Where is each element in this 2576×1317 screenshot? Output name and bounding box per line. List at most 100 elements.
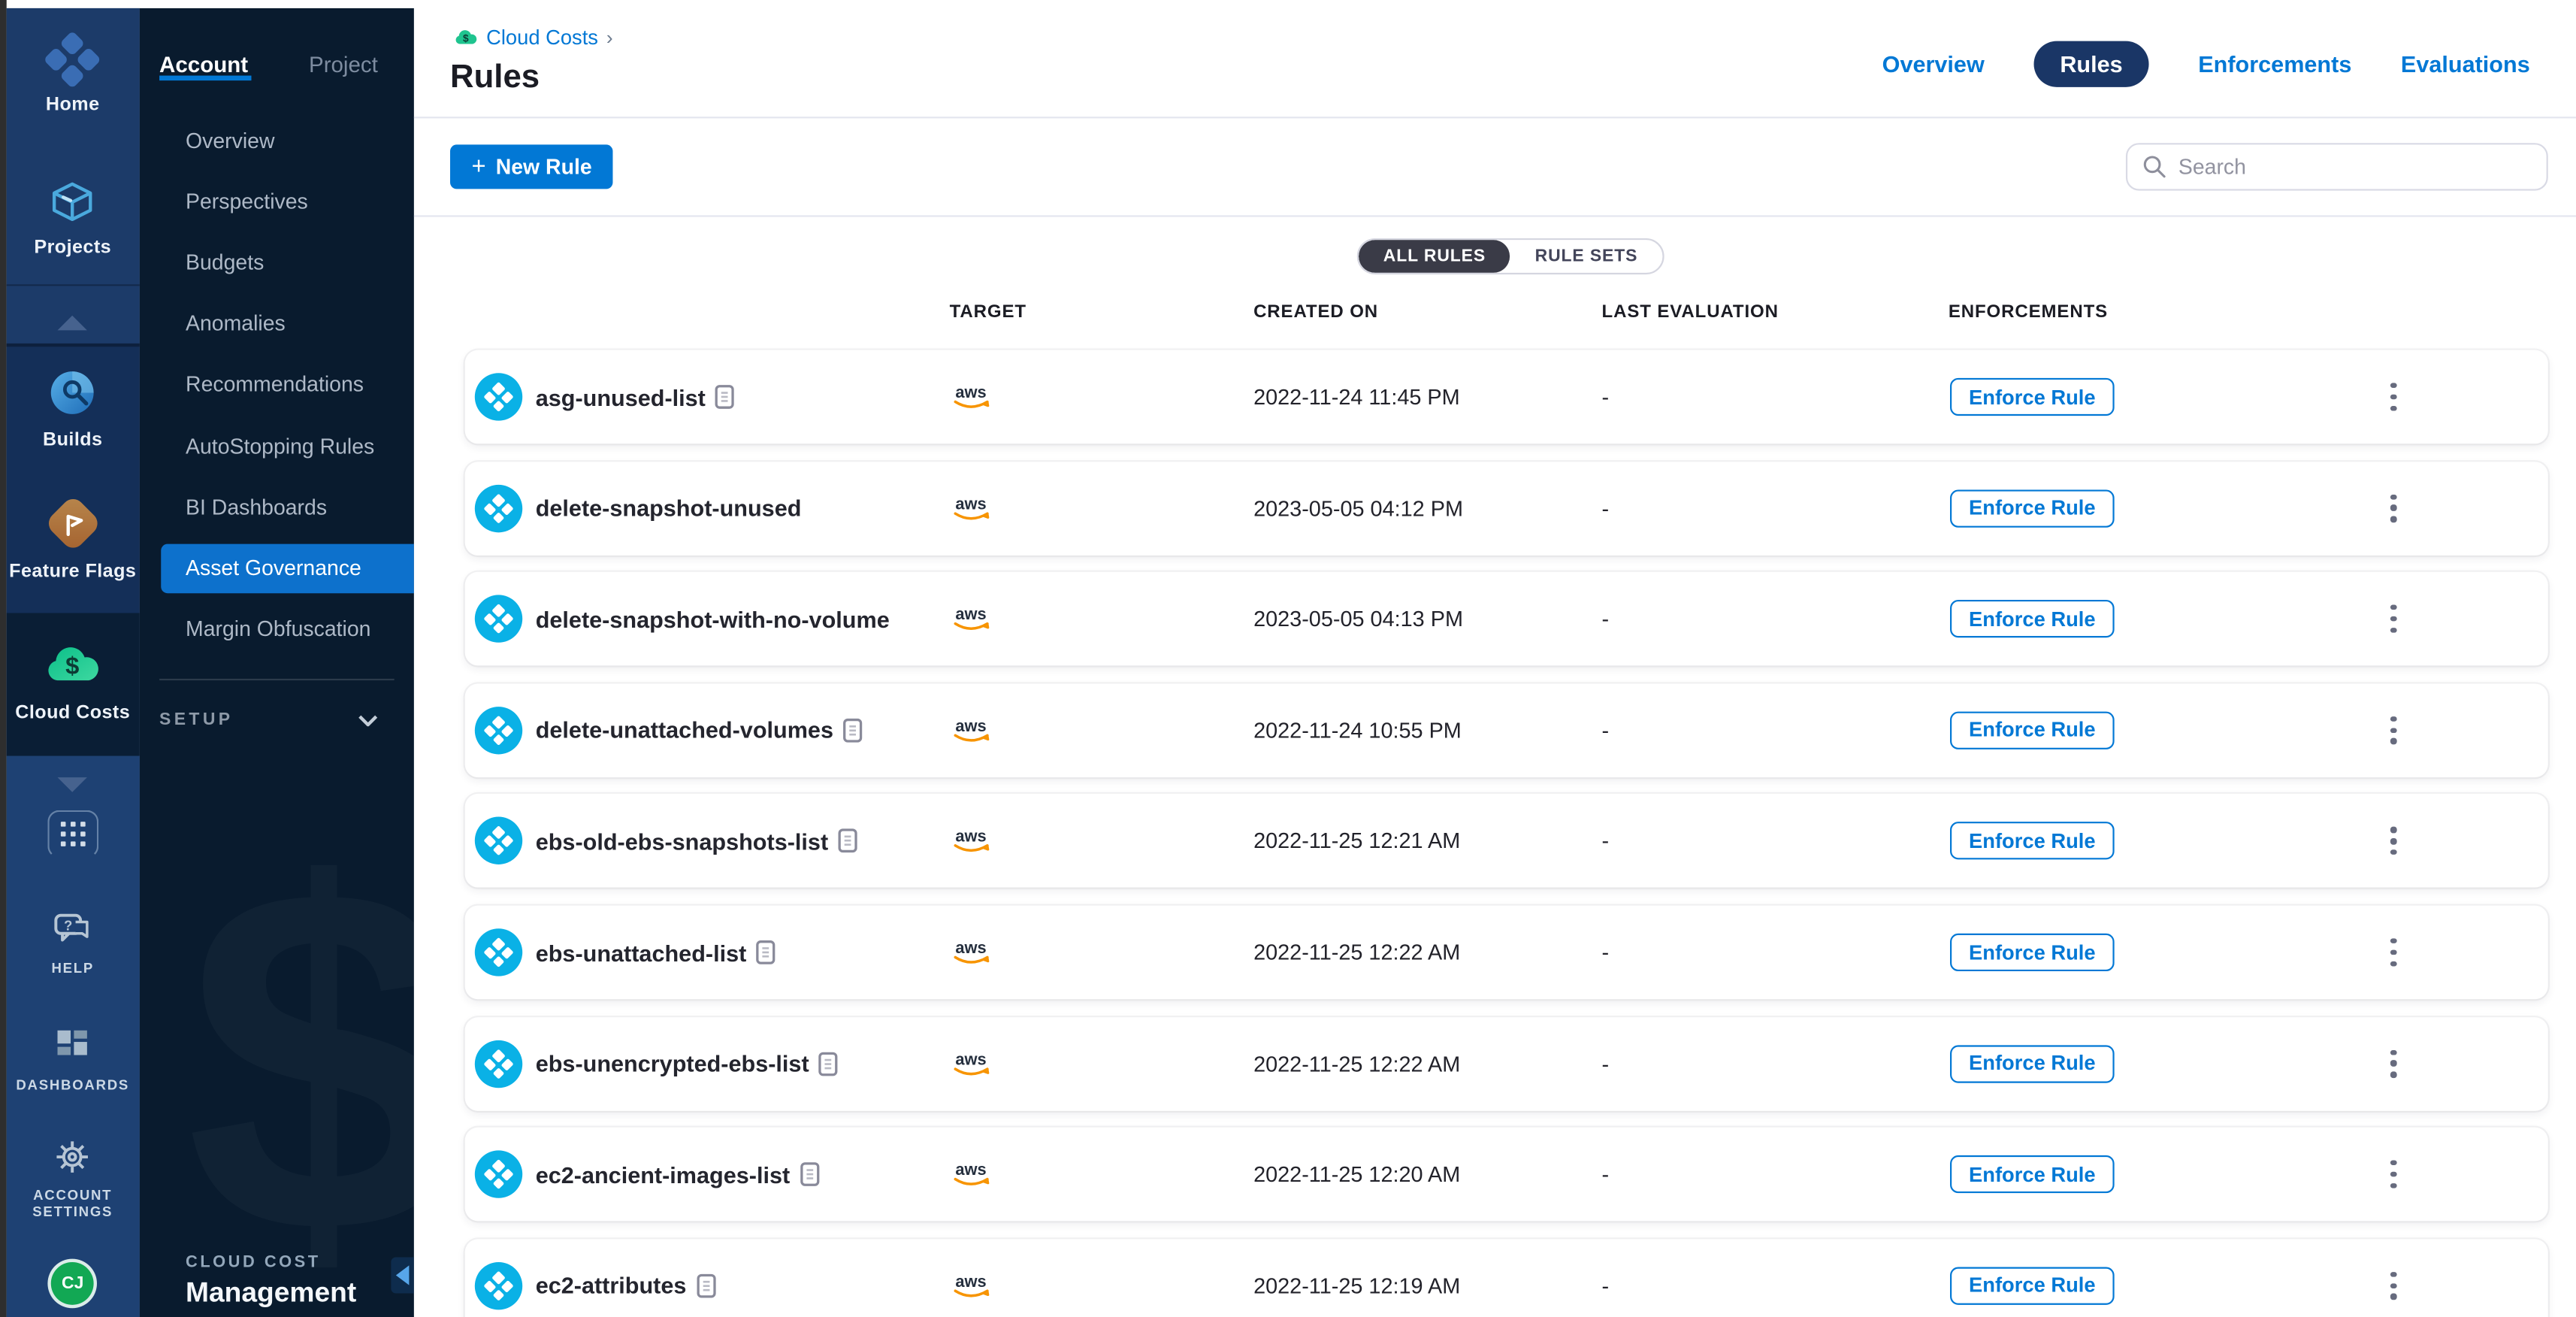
enforce-rule-button[interactable]: Enforce Rule <box>1950 711 2115 749</box>
target-cloud-provider: aws <box>950 1128 994 1222</box>
svg-text:aws: aws <box>955 938 986 957</box>
rule-name: asg-unused-list <box>536 383 706 410</box>
rail-item-label: Builds <box>6 431 140 450</box>
last-evaluation-value: - <box>1602 906 1610 1000</box>
enforce-rule-button[interactable]: Enforce Rule <box>1950 489 2115 527</box>
table-row[interactable]: delete-snapshot-unused aws 2023-05-05 04… <box>465 461 2548 555</box>
aws-logo-icon: aws <box>950 605 994 633</box>
sidebar-item-recommendations[interactable]: Recommendations <box>140 360 414 410</box>
sidebar-item-asset-governance[interactable]: Asset Governance <box>161 544 414 594</box>
rail-collapse-down-button[interactable] <box>6 771 140 800</box>
sidebar-item-dashboards[interactable]: DASHBOARDS <box>6 1027 140 1092</box>
enforce-rule-button[interactable]: Enforce Rule <box>1950 822 2115 860</box>
table-row[interactable]: ebs-unencrypted-ebs-list aws 2022-11-25 … <box>465 1016 2548 1110</box>
last-evaluation-value: - <box>1602 572 1610 666</box>
tab-account[interactable]: Account <box>159 53 248 77</box>
row-menu-kebab-icon[interactable] <box>2379 373 2408 420</box>
row-menu-kebab-icon[interactable] <box>2379 928 2408 976</box>
tab-project[interactable]: Project <box>309 53 378 77</box>
setup-section-label[interactable]: SETUP <box>159 710 233 729</box>
sidebar-item-anomalies[interactable]: Anomalies <box>140 299 414 349</box>
created-on-value: 2022-11-25 12:22 AM <box>1253 1016 1460 1110</box>
user-avatar[interactable]: CJ <box>6 1262 140 1305</box>
table-row[interactable]: ebs-old-ebs-snapshots-list aws 2022-11-2… <box>465 795 2548 889</box>
rule-policy-icon <box>475 484 522 531</box>
sidebar-collapse-button[interactable] <box>391 1257 414 1293</box>
created-on-value: 2022-11-25 12:20 AM <box>1253 1128 1460 1222</box>
rule-name: ec2-attributes <box>536 1273 687 1299</box>
enforce-rule-button[interactable]: Enforce Rule <box>1950 1155 2115 1193</box>
rule-description-icon[interactable] <box>697 1273 716 1298</box>
target-cloud-provider: aws <box>950 572 994 666</box>
sidebar-item-autostopping-rules[interactable]: AutoStopping Rules <box>140 422 414 472</box>
created-on-value: 2023-05-05 04:13 PM <box>1253 572 1463 666</box>
aws-logo-icon: aws <box>950 828 994 855</box>
rule-policy-icon <box>475 928 522 976</box>
rule-name: ebs-old-ebs-snapshots-list <box>536 828 828 855</box>
target-cloud-provider: aws <box>950 795 994 889</box>
table-row[interactable]: ec2-ancient-images-list aws 2022-11-25 1… <box>465 1128 2548 1222</box>
sidebar-item-perspectives[interactable]: Perspectives <box>140 177 414 227</box>
target-cloud-provider: aws <box>950 906 994 1000</box>
last-evaluation-value: - <box>1602 461 1610 555</box>
row-menu-kebab-icon[interactable] <box>2379 1040 2408 1087</box>
sidebar-item-budgets[interactable]: Budgets <box>140 238 414 288</box>
rule-description-icon[interactable] <box>800 1162 819 1187</box>
last-evaluation-value: - <box>1602 350 1610 444</box>
sidebar-item-feature-flags[interactable]: Feature Flags <box>6 503 140 581</box>
row-menu-kebab-icon[interactable] <box>2379 817 2408 864</box>
rule-description-icon[interactable] <box>756 940 776 965</box>
module-switcher-button[interactable] <box>6 805 140 857</box>
rule-description-icon[interactable] <box>819 1051 839 1076</box>
row-menu-kebab-icon[interactable] <box>2379 595 2408 643</box>
window-edge-strip <box>0 0 6 1317</box>
dollar-watermark: $ <box>186 813 414 1306</box>
rule-policy-icon <box>475 817 522 864</box>
table-row[interactable]: asg-unused-list aws 2022-11-24 11:45 PM … <box>465 350 2548 444</box>
created-on-value: 2022-11-25 12:21 AM <box>1253 795 1460 889</box>
created-on-value: 2022-11-24 10:55 PM <box>1253 683 1462 777</box>
enforce-rule-button[interactable]: Enforce Rule <box>1950 1267 2115 1304</box>
dashboards-icon <box>55 1027 91 1063</box>
rule-description-icon[interactable] <box>843 718 863 743</box>
sidebar-item-overview[interactable]: Overview <box>140 117 414 166</box>
sidebar-item-cloud-costs[interactable]: $ Cloud Costs <box>6 644 140 723</box>
table-row[interactable]: ec2-attributes aws 2022-11-25 12:19 AM -… <box>465 1239 2548 1317</box>
rule-description-icon[interactable] <box>838 829 857 854</box>
sidebar-item-margin-obfuscation[interactable]: Margin Obfuscation <box>140 605 414 655</box>
sidebar-item-account-settings[interactable]: ACCOUNT SETTINGS <box>6 1139 140 1219</box>
row-menu-kebab-icon[interactable] <box>2379 1151 2408 1198</box>
sidebar-item-bi-dashboards[interactable]: BI Dashboards <box>140 483 414 533</box>
rule-policy-icon <box>475 1040 522 1087</box>
main-content: $ Cloud Costs › Rules Overview Rules Enf… <box>414 0 2576 1317</box>
sidebar-divider <box>159 679 395 680</box>
target-cloud-provider: aws <box>950 1016 994 1110</box>
target-cloud-provider: aws <box>950 461 994 555</box>
sidebar-item-help[interactable]: ? HELP <box>6 912 140 976</box>
aws-logo-icon: aws <box>950 938 994 966</box>
row-menu-kebab-icon[interactable] <box>2379 707 2408 754</box>
chevron-left-icon <box>396 1265 409 1285</box>
table-row[interactable]: delete-snapshot-with-no-volume aws 2023-… <box>465 572 2548 666</box>
enforce-rule-button[interactable]: Enforce Rule <box>1950 1045 2115 1082</box>
row-menu-kebab-icon[interactable] <box>2379 1262 2408 1309</box>
module-brand-line1: CLOUD COST <box>186 1254 321 1272</box>
sidebar-item-builds[interactable]: Builds <box>6 367 140 450</box>
rail-collapse-up-button[interactable] <box>6 309 140 338</box>
enforce-rule-button[interactable]: Enforce Rule <box>1950 378 2115 416</box>
svg-text:aws: aws <box>955 828 986 846</box>
setup-chevron-down-icon[interactable] <box>358 715 378 726</box>
sidebar-item-home[interactable]: Home <box>6 36 140 115</box>
builds-icon <box>47 367 99 419</box>
rail-item-label: HELP <box>6 960 140 976</box>
sidebar-item-projects[interactable]: Projects <box>6 179 140 258</box>
row-menu-kebab-icon[interactable] <box>2379 484 2408 531</box>
table-row[interactable]: ebs-unattached-list aws 2022-11-25 12:22… <box>465 906 2548 1000</box>
enforce-rule-button[interactable]: Enforce Rule <box>1950 600 2115 637</box>
created-on-value: 2022-11-25 12:22 AM <box>1253 906 1460 1000</box>
rule-description-icon[interactable] <box>715 385 735 410</box>
enforce-rule-button[interactable]: Enforce Rule <box>1950 934 2115 971</box>
table-row[interactable]: delete-unattached-volumes aws 2022-11-24… <box>465 683 2548 777</box>
nav-rail: Home Projects Builds <box>6 8 140 1317</box>
rail-item-label: ACCOUNT <box>6 1186 140 1203</box>
